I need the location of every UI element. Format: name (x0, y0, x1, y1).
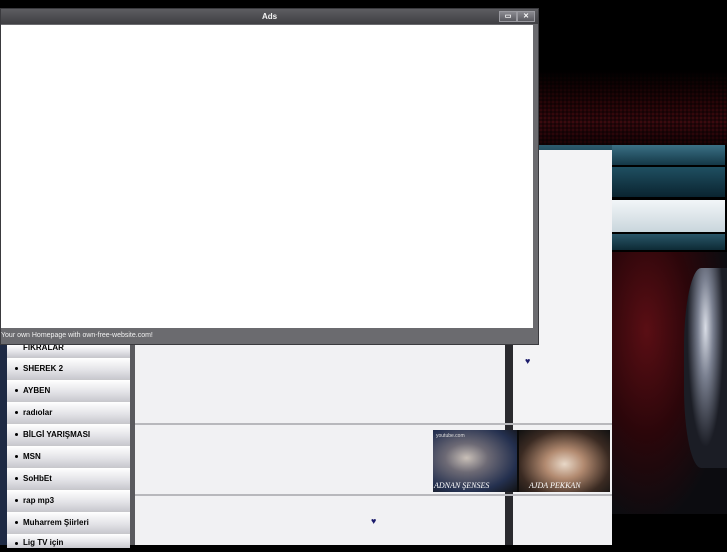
horizontal-rule (135, 494, 612, 496)
heart-icon: ♥ (525, 356, 531, 366)
sidebar-item-muharrem-siirleri[interactable]: Muharrem Şiirleri (7, 512, 130, 533)
bullet-icon (15, 477, 18, 480)
ads-title: Ads (261, 12, 278, 21)
header-bar (612, 167, 725, 197)
left-edge-strip (0, 345, 7, 545)
content-panel (135, 345, 505, 423)
sidebar-item-fikralar[interactable]: FIKRALAR (7, 344, 130, 357)
close-button[interactable]: ✕ (517, 11, 535, 22)
bullet-icon (15, 521, 18, 524)
header-bar (612, 145, 725, 165)
sidebar-item-lig-tv[interactable]: Lig TV için (7, 534, 130, 548)
thumbnail-caption: ADNAN ŞENSES (434, 481, 490, 490)
bullet-icon (15, 389, 18, 392)
bullet-icon (15, 455, 18, 458)
thumbnail-ajda-pekkan[interactable]: AJDA PEKKAN (519, 430, 610, 492)
sidebar-nav: FIKRALAR SHEREK 2 AYBEN radıolar BİLGİ Y… (7, 344, 130, 548)
sidebar-item-ayben[interactable]: AYBEN (7, 380, 130, 401)
thumbnail-watermark: youtube.com (436, 433, 465, 439)
maximize-button[interactable]: ▭ (499, 11, 517, 22)
ads-popup-window: Ads ▭ ✕ Your own Homepage with own-free-… (0, 8, 539, 345)
sidebar-item-label: SHEREK 2 (23, 364, 64, 373)
video-thumbnails: youtube.com ADNAN ŞENSES AJDA PEKKAN (433, 430, 610, 492)
bullet-icon (15, 367, 18, 370)
close-icon: ✕ (523, 13, 529, 20)
right-panel (513, 496, 612, 545)
sidebar-item-label: AYBEN (23, 386, 51, 395)
sidebar-item-label: MSN (23, 452, 41, 461)
ads-titlebar[interactable]: Ads ▭ ✕ (1, 9, 538, 24)
header-banner-red (538, 70, 727, 145)
sidebar-item-sherek-2[interactable]: SHEREK 2 (7, 358, 130, 379)
header-bar (612, 234, 725, 250)
venom-image (612, 252, 727, 514)
sidebar-item-label: radıolar (23, 408, 53, 417)
sidebar-item-bilgi-yarismasi[interactable]: BİLGİ YARIŞMASI (7, 424, 130, 445)
bullet-icon (15, 433, 18, 436)
bullet-icon (15, 411, 18, 414)
thumbnail-adnan-senses[interactable]: youtube.com ADNAN ŞENSES (433, 430, 517, 492)
sidebar-item-rap-mp3[interactable]: rap mp3 (7, 490, 130, 511)
sidebar-item-label: rap mp3 (23, 496, 55, 505)
sidebar-item-radiolar[interactable]: radıolar (7, 402, 130, 423)
horizontal-rule (135, 423, 612, 425)
sidebar-item-label: Muharrem Şiirleri (23, 518, 89, 527)
sidebar-item-msn[interactable]: MSN (7, 446, 130, 467)
sidebar-item-label: BİLGİ YARIŞMASI (23, 430, 91, 439)
maximize-icon: ▭ (504, 13, 512, 20)
ads-footer-link[interactable]: Your own Homepage with own-free-website.… (1, 331, 538, 343)
sidebar-item-sohbet[interactable]: SoHbEt (7, 468, 130, 489)
heart-icon: ♥ (371, 516, 377, 526)
thumbnail-caption: AJDA PEKKAN (529, 481, 581, 490)
sidebar-item-label: Lig TV için (23, 538, 64, 547)
header-bar (612, 200, 725, 232)
sidebar-item-label: SoHbEt (23, 474, 52, 483)
content-panel (135, 496, 505, 545)
bullet-icon (15, 499, 18, 502)
ads-content-area[interactable] (1, 25, 533, 328)
venom-face (684, 268, 727, 468)
